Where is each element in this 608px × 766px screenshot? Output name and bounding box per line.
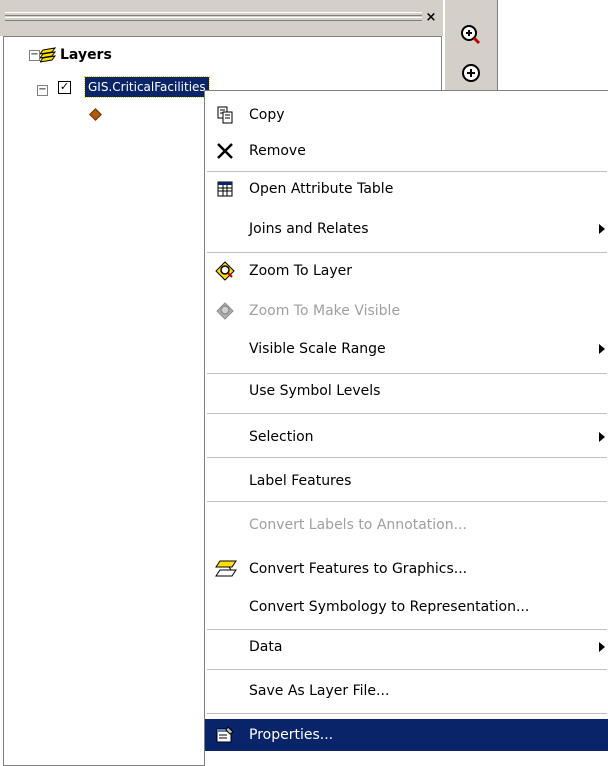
submenu-arrow-icon <box>599 642 605 652</box>
menu-item-label: Save As Layer File... <box>249 683 390 699</box>
menu-item-label: Copy <box>249 107 285 123</box>
table-icon <box>215 179 235 199</box>
drag-grip[interactable] <box>5 17 422 21</box>
layers-collapse-toggle[interactable]: − <box>29 50 40 61</box>
menu-item-label: Remove <box>249 143 306 159</box>
menu-item-visible-scale-range[interactable]: Visible Scale Range <box>205 333 608 365</box>
fixed-zoom-in-icon[interactable] <box>458 60 484 86</box>
menu-item-label: Convert Symbology to Representation... <box>249 599 530 615</box>
submenu-arrow-icon <box>599 224 605 234</box>
layer-visibility-checkbox[interactable]: ✓ <box>58 81 71 94</box>
layer-name-selected[interactable]: GIS.CriticalFacilities <box>84 76 210 98</box>
menu-item-label: Zoom To Layer <box>249 263 353 279</box>
menu-item-properties[interactable]: Properties... <box>205 719 608 751</box>
layers-group-icon <box>38 45 58 66</box>
menu-item-label: Convert Labels to Annotation... <box>249 517 467 533</box>
menu-separator <box>207 413 607 414</box>
menu-item-label: Open Attribute Table <box>249 181 394 197</box>
menu-item-label: Zoom To Make Visible <box>249 303 401 319</box>
menu-item-open-attribute-table[interactable]: Open Attribute Table <box>205 173 608 205</box>
copy-icon <box>215 105 235 125</box>
menu-separator <box>207 713 607 714</box>
menu-item-save-as-layer-file[interactable]: Save As Layer File... <box>205 675 608 707</box>
convert-graphics-icon <box>215 559 237 579</box>
menu-separator <box>207 373 607 374</box>
zoom-to-make-visible-icon <box>215 301 235 321</box>
point-symbol-icon[interactable] <box>89 108 102 121</box>
menu-separator <box>207 669 607 670</box>
menu-item-convert-features-to-graphics[interactable]: Convert Features to Graphics... <box>205 553 608 585</box>
menu-separator <box>207 457 607 458</box>
zoom-to-layer-icon <box>215 261 235 281</box>
menu-separator <box>207 252 607 253</box>
menu-item-joins-and-relates[interactable]: Joins and Relates <box>205 213 608 245</box>
menu-item-label: Selection <box>249 429 314 445</box>
menu-item-label: Visible Scale Range <box>249 341 386 357</box>
layer-context-menu: Copy Remove Open Attribute Table Joins a… <box>204 90 608 766</box>
menu-item-remove[interactable]: Remove <box>205 135 608 167</box>
menu-separator <box>207 171 607 172</box>
properties-icon <box>215 725 235 745</box>
menu-item-convert-symbology-to-representation[interactable]: Convert Symbology to Representation... <box>205 591 608 623</box>
menu-item-label-features[interactable]: Label Features <box>205 465 608 497</box>
menu-separator <box>207 629 607 630</box>
menu-item-data[interactable]: Data <box>205 631 608 663</box>
menu-item-label: Properties... <box>249 727 334 743</box>
menu-item-label: Convert Features to Graphics... <box>249 561 468 577</box>
menu-item-label: Use Symbol Levels <box>249 383 381 399</box>
submenu-arrow-icon <box>599 432 605 442</box>
menu-item-label: Data <box>249 639 283 655</box>
menu-item-zoom-to-layer[interactable]: Zoom To Layer <box>205 255 608 287</box>
menu-item-zoom-to-make-visible[interactable]: Zoom To Make Visible <box>205 295 608 327</box>
menu-item-copy[interactable]: Copy <box>205 99 608 131</box>
zoom-in-icon[interactable] <box>458 22 484 48</box>
layers-root-label[interactable]: Layers <box>60 47 112 63</box>
remove-icon <box>215 141 235 161</box>
menu-item-label: Joins and Relates <box>249 221 369 237</box>
toc-titlebar[interactable]: × <box>0 0 443 36</box>
drag-grip[interactable] <box>5 12 422 16</box>
menu-item-label: Label Features <box>249 473 352 489</box>
layer-collapse-toggle[interactable]: − <box>37 85 48 96</box>
menu-item-selection[interactable]: Selection <box>205 421 608 453</box>
menu-separator <box>207 501 607 502</box>
menu-item-use-symbol-levels[interactable]: Use Symbol Levels <box>205 375 608 407</box>
menu-item-convert-labels-to-annotation[interactable]: Convert Labels to Annotation... <box>205 509 608 541</box>
close-button[interactable]: × <box>423 10 439 26</box>
submenu-arrow-icon <box>599 344 605 354</box>
